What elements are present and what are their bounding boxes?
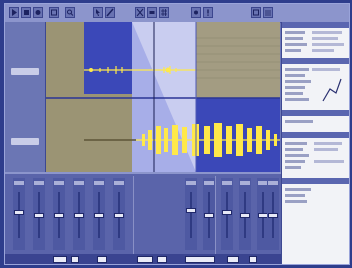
- region-right: [196, 22, 280, 98]
- mixer-button[interactable]: [97, 256, 107, 263]
- curve-icon: [322, 78, 342, 102]
- channel-strip: [203, 178, 215, 250]
- channel-name: [268, 181, 278, 185]
- settings-icon[interactable]: [191, 7, 201, 18]
- mixer-button[interactable]: [53, 256, 67, 263]
- track-header-gutter: [5, 22, 46, 172]
- waveform-canvas: [46, 22, 280, 172]
- channel-name: [204, 181, 214, 185]
- daw-window: [4, 3, 350, 265]
- fader-track: [190, 192, 192, 238]
- stop-icon[interactable]: [21, 7, 31, 18]
- fader-handle[interactable]: [114, 212, 124, 218]
- mixer-button[interactable]: [185, 256, 215, 263]
- fader-handle[interactable]: [94, 212, 104, 218]
- fader-handle[interactable]: [186, 208, 196, 214]
- channel-strip: [93, 178, 105, 250]
- mixer-button[interactable]: [227, 256, 239, 263]
- record-icon[interactable]: [33, 7, 43, 18]
- track-1-label[interactable]: [11, 68, 39, 75]
- channel-name: [222, 181, 232, 185]
- channel-name: [14, 181, 24, 185]
- mixer-footer: [5, 254, 281, 264]
- channel-name: [114, 181, 124, 185]
- channel-strip: [13, 178, 25, 250]
- fader-handle[interactable]: [268, 212, 278, 218]
- eraser-icon[interactable]: [147, 7, 157, 18]
- fader-handle[interactable]: [14, 210, 24, 216]
- channel-strip: [221, 178, 233, 250]
- pencil-icon[interactable]: [105, 7, 115, 18]
- channel-strip: [33, 178, 45, 250]
- channel-strip: [53, 178, 65, 250]
- cursor-icon[interactable]: [93, 7, 103, 18]
- play-icon[interactable]: [9, 7, 19, 18]
- track-2-label[interactable]: [11, 138, 39, 145]
- menu-icon[interactable]: [263, 7, 273, 18]
- channel-name: [34, 181, 44, 185]
- inspector-header-4: [282, 132, 349, 138]
- zoom-icon[interactable]: [65, 7, 75, 18]
- mixer-button[interactable]: [249, 256, 257, 263]
- fader-handle[interactable]: [204, 212, 214, 218]
- grid-icon[interactable]: [159, 7, 169, 18]
- channel-strip: [185, 178, 197, 250]
- channel-strip: [113, 178, 125, 250]
- scissors-icon[interactable]: [135, 7, 145, 18]
- channel-strip: [267, 178, 279, 250]
- mixer-button[interactable]: [157, 256, 167, 263]
- mixer-button[interactable]: [71, 256, 79, 263]
- window-icon[interactable]: [251, 7, 261, 18]
- inspector-header-2: [282, 58, 349, 64]
- fader-handle[interactable]: [54, 212, 64, 218]
- inspector-header-3: [282, 110, 349, 116]
- inspector-panel: [281, 22, 349, 264]
- fader-handle[interactable]: [240, 212, 250, 218]
- inspector-header-5: [282, 178, 349, 184]
- inspector-header-1: [282, 22, 349, 28]
- fader-handle[interactable]: [222, 210, 232, 216]
- channel-name: [54, 181, 64, 185]
- help-icon[interactable]: [203, 7, 213, 18]
- channel-name: [74, 181, 84, 185]
- fader-handle[interactable]: [34, 212, 44, 218]
- loop-icon[interactable]: [49, 7, 59, 18]
- channel-strip: [239, 178, 251, 250]
- mixer-panel: [5, 172, 281, 264]
- channel-name: [94, 181, 104, 185]
- waveform-editor[interactable]: [46, 22, 280, 172]
- channel-name: [186, 181, 196, 185]
- channel-name: [240, 181, 250, 185]
- mixer-button[interactable]: [137, 256, 153, 263]
- fader-handle[interactable]: [74, 212, 84, 218]
- channel-strip: [73, 178, 85, 250]
- toolbar: [5, 4, 349, 23]
